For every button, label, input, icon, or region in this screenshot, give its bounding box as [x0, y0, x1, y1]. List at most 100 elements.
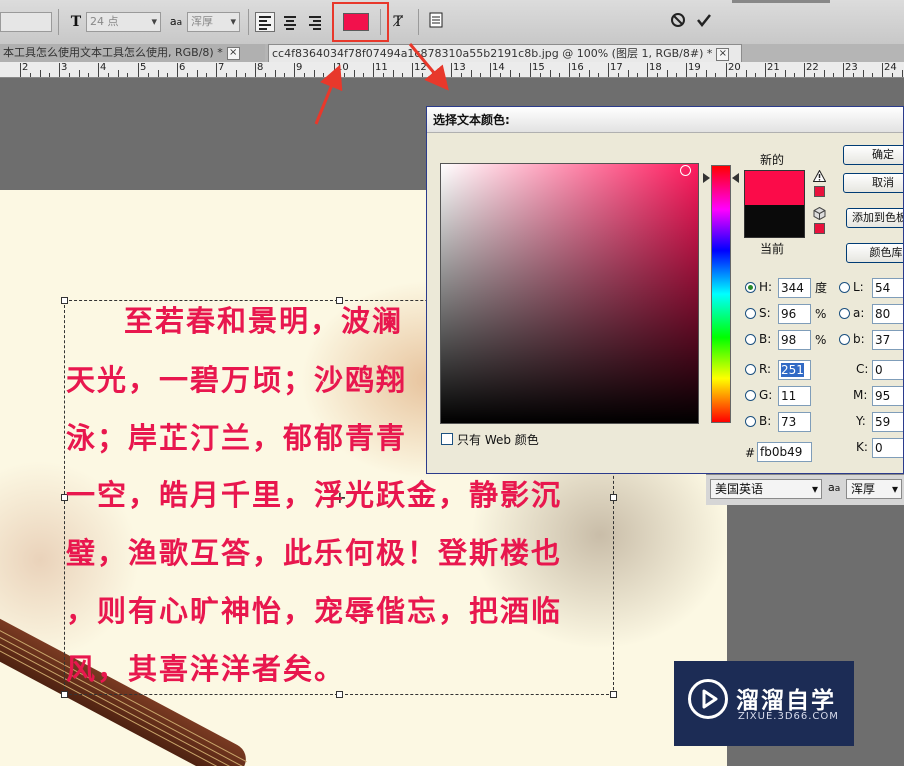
- web-safe-warning-icon[interactable]: [813, 206, 826, 223]
- ruler-tick-label: 6: [179, 62, 186, 73]
- resize-handle[interactable]: [610, 494, 617, 501]
- ruler-tick-label: 11: [375, 62, 388, 73]
- close-icon[interactable]: ×: [716, 47, 730, 61]
- font-size-value: 24 点: [90, 15, 119, 28]
- ruler-tick: [255, 63, 256, 77]
- red-value: 251: [781, 363, 804, 377]
- align-left-button[interactable]: [255, 12, 275, 32]
- ruler-tick-label: 12: [414, 62, 427, 73]
- close-icon[interactable]: ×: [226, 46, 240, 60]
- ruler-tick: [30, 73, 31, 77]
- commit-edit-icon[interactable]: [694, 12, 714, 32]
- font-style-select[interactable]: [0, 12, 52, 32]
- ruler-tick: [510, 70, 511, 77]
- b-channel-field[interactable]: 37: [872, 330, 903, 350]
- antialias-select[interactable]: 浑厚 ▾: [846, 479, 902, 499]
- antialias-select[interactable]: 浑厚 ▾: [187, 12, 240, 32]
- cyan-field[interactable]: 0: [872, 360, 903, 380]
- saturation-radio[interactable]: [745, 308, 756, 319]
- current-color-preview[interactable]: [744, 205, 805, 238]
- ruler-tick: [746, 70, 747, 77]
- ruler-tick: [265, 73, 266, 77]
- antialias-icon-glyph: a: [176, 18, 183, 28]
- color-picker-marker[interactable]: [680, 165, 691, 176]
- add-to-swatches-button[interactable]: 添加到色板: [846, 208, 903, 228]
- b-channel-radio[interactable]: [839, 334, 850, 345]
- magenta-field[interactable]: 95: [872, 386, 903, 406]
- hex-label: #: [745, 446, 756, 460]
- align-center-button[interactable]: [280, 12, 300, 32]
- ok-button[interactable]: 确定: [843, 145, 903, 165]
- cancel-button[interactable]: 取消: [843, 173, 903, 193]
- hue-radio[interactable]: [745, 282, 756, 293]
- ruler-tick: [206, 73, 207, 77]
- hex-field[interactable]: fb0b49: [757, 442, 812, 462]
- green-field[interactable]: 11: [778, 386, 811, 406]
- poem-line: 泳；岸芷汀兰，郁郁青青: [66, 421, 408, 455]
- lightness-radio[interactable]: [839, 282, 850, 293]
- hue-slider-right-arrow-icon[interactable]: [732, 173, 739, 183]
- red-field[interactable]: 251: [778, 360, 811, 380]
- hue-slider-left-arrow-icon[interactable]: [703, 173, 710, 183]
- language-value: 美国英语: [715, 482, 764, 496]
- hue-field[interactable]: 344: [778, 278, 811, 298]
- dialog-title[interactable]: 选择文本颜色:: [427, 107, 903, 133]
- align-right-button[interactable]: [305, 12, 325, 32]
- resize-handle[interactable]: [610, 691, 617, 698]
- saturation-brightness-field[interactable]: [440, 163, 699, 424]
- cyan-label: C:: [856, 362, 869, 376]
- red-radio[interactable]: [745, 364, 756, 375]
- brightness-label: B:: [759, 332, 772, 346]
- brightness-radio[interactable]: [745, 334, 756, 345]
- gamut-correction-swatch[interactable]: [814, 186, 825, 197]
- poem-line: 一空，皓月千里，浮光跃金，静影沉: [66, 478, 563, 512]
- blue-radio[interactable]: [745, 416, 756, 427]
- resize-handle[interactable]: [61, 297, 68, 304]
- resize-handle[interactable]: [336, 691, 343, 698]
- a-channel-radio[interactable]: [839, 308, 850, 319]
- color-libraries-button[interactable]: 颜色库: [846, 243, 903, 263]
- lightness-field[interactable]: 54: [872, 278, 903, 298]
- saturation-field[interactable]: 96: [778, 304, 811, 324]
- divider: [418, 9, 419, 35]
- lightness-label: L:: [853, 280, 864, 294]
- resize-handle[interactable]: [61, 691, 68, 698]
- ruler-tick: [158, 70, 159, 77]
- ruler-tick: [49, 73, 50, 77]
- ruler-tick: [696, 73, 697, 77]
- hue-slider[interactable]: [711, 165, 731, 423]
- web-safe-swatch[interactable]: [814, 223, 825, 234]
- ruler-tick: [226, 73, 227, 77]
- ruler-tick: [824, 70, 825, 77]
- tab-document-2[interactable]: cc4f8364034f78f07494a1c878310a55b2191c8b…: [268, 44, 742, 62]
- green-radio[interactable]: [745, 390, 756, 401]
- ruler-tick: [451, 63, 452, 77]
- ruler-tick: [441, 73, 442, 77]
- green-label: G:: [759, 388, 773, 402]
- ruler-tick: [422, 73, 423, 77]
- cancel-edit-icon[interactable]: [668, 12, 688, 32]
- blue-field[interactable]: 73: [778, 412, 811, 432]
- web-colors-only-checkbox[interactable]: [441, 433, 453, 445]
- out-of-gamut-warning-icon[interactable]: [812, 169, 827, 185]
- horizontal-ruler[interactable]: 2 3 4 5 6 7 8 9 10 11 12 13 14 15 16 17 18 19 20 21 22 23 24: [0, 62, 904, 78]
- ruler-tick: [755, 73, 756, 77]
- brightness-field[interactable]: 98: [778, 330, 811, 350]
- a-channel-field[interactable]: 80: [872, 304, 903, 324]
- ruler-tick: [187, 73, 188, 77]
- ruler-tick: [706, 70, 707, 77]
- yellow-field[interactable]: 59: [872, 412, 903, 432]
- ruler-tick: [598, 73, 599, 77]
- ruler-tick: [275, 70, 276, 77]
- language-select[interactable]: 美国英语 ▾: [710, 479, 822, 499]
- font-size-select[interactable]: 24 点 ▾: [86, 12, 161, 32]
- black-field[interactable]: 0: [872, 438, 903, 458]
- warp-text-icon[interactable]: Ⱦ: [388, 12, 408, 32]
- ruler-tick: [540, 73, 541, 77]
- tab-document-1[interactable]: 本工具怎么使用文本工具怎么使用, RGB/8) * ×: [0, 44, 265, 62]
- ruler-tick: [20, 63, 21, 77]
- ruler-tick: [902, 70, 903, 77]
- ruler-tick: [872, 73, 873, 77]
- character-panel-icon[interactable]: [426, 12, 446, 32]
- ruler-tick: [323, 73, 324, 77]
